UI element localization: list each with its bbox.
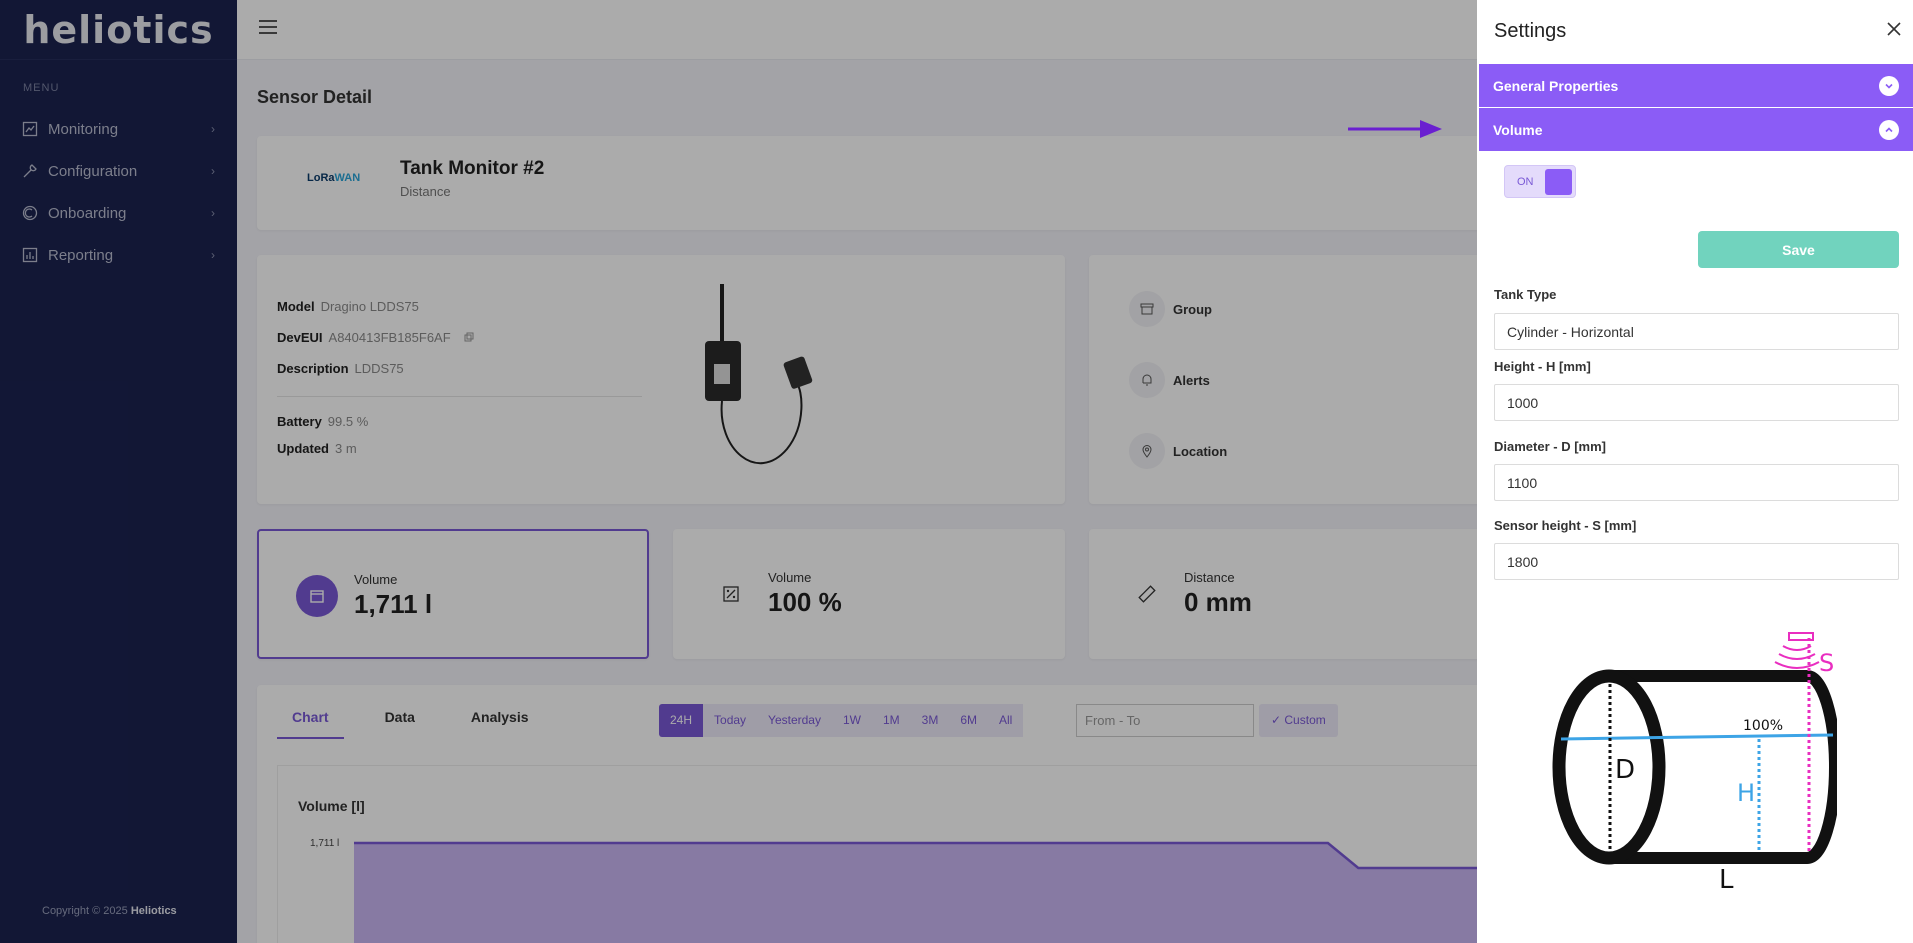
volume-toggle[interactable]: ON: [1504, 165, 1576, 198]
horizontal-cylinder-diagram: D H L S 100%: [1552, 632, 1837, 895]
volume-accordion[interactable]: Volume: [1479, 108, 1913, 151]
toggle-label: ON: [1517, 176, 1534, 188]
height-input[interactable]: 1000: [1494, 384, 1899, 421]
svg-text:100%: 100%: [1743, 718, 1783, 734]
close-icon[interactable]: [1885, 20, 1903, 38]
tank-type-select[interactable]: Cylinder - Horizontal: [1494, 313, 1899, 350]
sensor-height-label: Sensor height - S [mm]: [1494, 518, 1637, 533]
settings-title: Settings: [1494, 20, 1567, 42]
height-label: Height - H [mm]: [1494, 359, 1591, 374]
annotation-arrow-icon: [1348, 120, 1442, 138]
sensor-height-input[interactable]: 1800: [1494, 543, 1899, 580]
settings-panel: Settings General Properties Volume ON Sa…: [1477, 0, 1913, 943]
svg-text:H: H: [1737, 779, 1755, 807]
general-properties-accordion[interactable]: General Properties: [1479, 64, 1913, 107]
tank-type-label: Tank Type: [1494, 287, 1557, 302]
chevron-down-icon: [1879, 75, 1899, 96]
toggle-knob: [1545, 169, 1572, 195]
chevron-up-icon: [1879, 119, 1899, 140]
diameter-label: Diameter - D [mm]: [1494, 439, 1606, 454]
svg-text:L: L: [1719, 865, 1734, 895]
save-button[interactable]: Save: [1698, 231, 1899, 268]
svg-text:D: D: [1615, 755, 1635, 785]
diameter-input[interactable]: 1100: [1494, 464, 1899, 501]
svg-text:S: S: [1819, 649, 1834, 677]
